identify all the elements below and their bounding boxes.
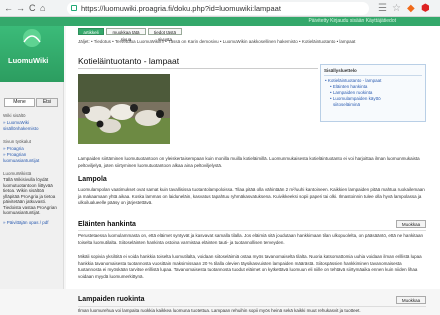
- sidebar-link-proagrian[interactable]: » Proagrian: [3, 152, 61, 158]
- user-links[interactable]: Päivitetty Kirjaudu sisään Käyttäjätiedo…: [308, 17, 396, 26]
- table-of-contents: Sisällysluettelo • Kotieläintuotanto - l…: [320, 64, 426, 122]
- brave-shield-icon[interactable]: ◆: [407, 2, 415, 15]
- sidebar-link-experts[interactable]: luomuasiantuntijat: [3, 158, 61, 164]
- home-icon[interactable]: ⌂: [40, 2, 45, 14]
- sidebar-about-text: Tällä Wikisivulla löydät luomutuotantoon…: [3, 177, 57, 215]
- logo-icon: [23, 29, 41, 47]
- sidebar-heading-tools: Sivun työkalut: [3, 139, 32, 144]
- section-divider: [78, 230, 426, 231]
- toc-item[interactable]: • Luomulampaiden käyttö: [330, 96, 381, 102]
- breadcrumb[interactable]: Jäljet: • Tiedotus • Tervetuloa LuomuWik…: [78, 39, 428, 45]
- adblock-icon[interactable]: ⬢: [421, 2, 430, 15]
- address-bar[interactable]: https://luomuwiki.proagria.fi/doku.php?i…: [67, 2, 369, 15]
- toc-heading[interactable]: Sisällysluettelo: [324, 68, 357, 73]
- section-text-ruokinta: Ilman luomurehua voi lampaita ruokkia ka…: [78, 308, 361, 313]
- edit-section-button[interactable]: Muokkaa: [396, 296, 426, 304]
- site-logo[interactable]: LuomuWiki: [0, 26, 64, 82]
- title-divider: [78, 68, 318, 69]
- lock-icon: [71, 5, 77, 11]
- tab-edit[interactable]: muokkaa tätä sivua: [106, 28, 146, 42]
- section-text-hankinta-2: Mikäli sopivia yksilöitä ei voida hankki…: [78, 254, 422, 279]
- url-text: https://luomuwiki.proagria.fi/doku.php?i…: [81, 4, 281, 13]
- browser-toolbar: ← → C ⌂ https://luomuwiki.proagria.fi/do…: [0, 0, 440, 17]
- edit-section-button[interactable]: Muokkaa: [396, 220, 426, 228]
- logo-text: LuomuWiki: [8, 56, 49, 65]
- section-text-hankinta-1: Perustetaessa luomulammasta on, että elä…: [78, 233, 423, 245]
- sidebar-link-proagria[interactable]: » Proagria: [3, 146, 61, 152]
- section-heading-ruokinta: Lampaiden ruokinta: [78, 296, 145, 303]
- toc-item[interactable]: • Lampaiden ruokinta: [330, 90, 372, 96]
- tab-info[interactable]: tiedot tästä sivusta: [148, 28, 182, 42]
- reload-icon[interactable]: C: [29, 2, 36, 14]
- page-title: Kotieläintuotanto - lampaat: [78, 56, 180, 66]
- forward-icon[interactable]: →: [16, 2, 25, 14]
- sheep-image-icon: [78, 74, 170, 144]
- reader-icon[interactable]: ☰: [378, 2, 387, 15]
- sidebar: LuomuWiki Mene Etsi Wiki sisältö » Luomu…: [0, 26, 64, 289]
- bookmark-star-icon[interactable]: ☆: [392, 2, 401, 15]
- section-heading-hankinta: Eläinten hankinta: [78, 221, 136, 228]
- sidebar-heading-about: LuomuWikistä: [3, 171, 32, 176]
- search-input[interactable]: Mene: [4, 98, 35, 107]
- toc-item[interactable]: • Kotieläintuotanto - lampaat: [325, 78, 381, 84]
- search-button[interactable]: Etsi: [36, 98, 58, 107]
- tab-article[interactable]: artikkeli: [78, 28, 104, 35]
- sheep-photo: [78, 74, 170, 144]
- main-content: artikkeli muokkaa tätä sivua tiedot täst…: [66, 26, 440, 313]
- back-icon[interactable]: ←: [4, 2, 13, 14]
- section-divider: [78, 306, 426, 307]
- intro-paragraph: Lampaiden siirtäminen luomutuotantoon on…: [78, 156, 420, 168]
- section-heading-lampola: Lampola: [78, 176, 107, 183]
- toc-item[interactable]: siitoseläiminä: [333, 102, 360, 108]
- sidebar-link-luomuwiki[interactable]: » LuomuWiki: [3, 120, 61, 126]
- sidebar-link-guide[interactable]: » Päivittäjän opas / pdf: [3, 220, 61, 226]
- sidebar-heading-wiki: Wiki sisältö: [3, 113, 26, 118]
- sidebar-link-index[interactable]: sisällönhakemisto: [3, 126, 61, 132]
- section-text-lampola: Luomulampolan vaatimukset ovat samat kui…: [78, 187, 425, 205]
- toc-divider: [324, 75, 422, 76]
- toc-item[interactable]: • Eläinten hankinta: [330, 84, 367, 90]
- site-topbar: Päivitetty Kirjaudu sisään Käyttäjätiedo…: [0, 17, 440, 26]
